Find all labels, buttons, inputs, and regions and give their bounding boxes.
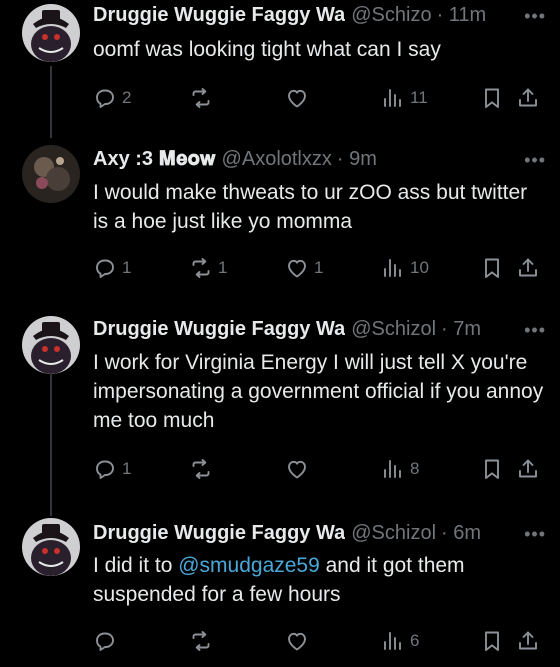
reply-count: 1 <box>122 459 132 478</box>
user-handle[interactable]: @Axolotlxzx <box>222 148 332 171</box>
tweet-actions: 6 <box>93 627 548 655</box>
tweet-header: Druggie Wuggie Faggy Wa @Schizo · 11m <box>93 4 548 27</box>
bookmark-button[interactable] <box>480 84 504 112</box>
retweet-count: 1 <box>218 258 228 277</box>
like-button[interactable] <box>285 84 309 112</box>
more-options-icon[interactable]: ••• <box>524 320 546 341</box>
retweet-button[interactable] <box>189 455 213 483</box>
avatar[interactable] <box>22 518 80 576</box>
timestamp[interactable]: · 7m <box>441 318 481 341</box>
avatar[interactable] <box>22 4 80 62</box>
bookmark-icon <box>480 629 504 653</box>
share-icon <box>516 256 540 280</box>
display-name[interactable]: Axy :3 𝐌𝐞𝐨𝐰 <box>93 148 216 171</box>
heart-icon <box>285 86 309 110</box>
tweet-text: oomf was looking tight what can I say <box>93 38 441 61</box>
view-count: 11 <box>410 88 428 107</box>
reply-button[interactable]: 1 <box>93 455 131 483</box>
heart-icon <box>285 629 309 653</box>
timestamp[interactable]: · 9m <box>337 148 377 171</box>
tweet[interactable]: Druggie Wuggie Faggy Wa @Schizo · 11m ••… <box>0 0 560 138</box>
retweet-button[interactable] <box>189 627 213 655</box>
tweet-actions: 2 11 <box>93 84 548 112</box>
timestamp[interactable]: · 11m <box>437 4 487 27</box>
tweet[interactable]: Axy :3 𝐌𝐞𝐨𝐰 @Axolotlxzx · 9m ••• I would… <box>0 140 560 310</box>
bookmark-button[interactable] <box>480 627 504 655</box>
share-button[interactable] <box>516 84 540 112</box>
user-handle[interactable]: @Schizol <box>351 318 436 341</box>
tweet-actions: 1 8 <box>93 455 548 483</box>
views-button[interactable]: 11 <box>381 84 428 112</box>
bookmark-icon <box>480 457 504 481</box>
retweet-icon <box>189 457 213 481</box>
tweet-text-part: I did it to <box>93 554 179 577</box>
heart-icon <box>285 457 309 481</box>
display-name[interactable]: Druggie Wuggie Faggy Wa <box>93 4 345 27</box>
view-count: 6 <box>410 631 420 650</box>
bookmark-button[interactable] <box>480 455 504 483</box>
share-icon <box>516 86 540 110</box>
bookmark-icon <box>480 86 504 110</box>
retweet-button[interactable] <box>189 84 213 112</box>
tweet-text: I did it to @smudgaze59 and it got them … <box>93 551 548 609</box>
user-handle[interactable]: @Schizo <box>351 4 431 27</box>
like-count: 1 <box>314 258 324 277</box>
share-button[interactable] <box>516 627 540 655</box>
tweet-actions: 1 1 1 10 <box>93 254 548 282</box>
views-button[interactable]: 8 <box>381 455 419 483</box>
reply-count: 2 <box>122 88 132 107</box>
views-button[interactable]: 10 <box>381 254 429 282</box>
share-button[interactable] <box>516 254 540 282</box>
user-handle[interactable]: @Schizol <box>351 522 436 545</box>
reply-icon <box>93 86 117 110</box>
retweet-button[interactable]: 1 <box>189 254 227 282</box>
reply-count: 1 <box>122 258 132 277</box>
more-options-icon[interactable]: ••• <box>524 524 546 545</box>
tweet-text: I work for Virginia Energy I will just t… <box>93 351 544 432</box>
avatar[interactable] <box>22 316 80 374</box>
retweet-icon <box>189 629 213 653</box>
reply-icon <box>93 256 117 280</box>
retweet-icon <box>189 256 213 280</box>
view-count: 10 <box>410 258 429 277</box>
tweet-thread: Druggie Wuggie Faggy Wa @Schizo · 11m ••… <box>0 0 560 667</box>
reply-button[interactable] <box>93 627 117 655</box>
views-button[interactable]: 6 <box>381 627 419 655</box>
reply-icon <box>93 457 117 481</box>
views-icon <box>381 629 405 653</box>
retweet-icon <box>189 86 213 110</box>
heart-icon <box>285 256 309 280</box>
timestamp[interactable]: · 6m <box>441 522 481 545</box>
tweet-text: I would make thweats to ur zOO ass but t… <box>93 181 528 233</box>
tweet[interactable]: Druggie Wuggie Faggy Wa @Schizol · 7m ••… <box>0 310 560 510</box>
tweet-header: Axy :3 𝐌𝐞𝐨𝐰 @Axolotlxzx · 9m <box>93 148 548 171</box>
share-icon <box>516 629 540 653</box>
more-options-icon[interactable]: ••• <box>524 150 546 171</box>
reply-button[interactable]: 2 <box>93 84 131 112</box>
display-name[interactable]: Druggie Wuggie Faggy Wa <box>93 522 345 545</box>
like-button[interactable] <box>285 627 309 655</box>
share-button[interactable] <box>516 455 540 483</box>
mention-link[interactable]: @smudgaze59 <box>178 554 320 577</box>
tweet-header: Druggie Wuggie Faggy Wa @Schizol · 6m <box>93 522 548 545</box>
share-icon <box>516 457 540 481</box>
tweet-header: Druggie Wuggie Faggy Wa @Schizol · 7m <box>93 318 548 341</box>
tweet[interactable]: Druggie Wuggie Faggy Wa @Schizol · 6m ••… <box>0 512 560 667</box>
display-name[interactable]: Druggie Wuggie Faggy Wa <box>93 318 345 341</box>
views-icon <box>381 86 405 110</box>
like-button[interactable]: 1 <box>285 254 323 282</box>
avatar[interactable] <box>22 145 80 203</box>
more-options-icon[interactable]: ••• <box>524 6 546 27</box>
bookmark-icon <box>480 256 504 280</box>
views-icon <box>381 256 405 280</box>
like-button[interactable] <box>285 455 309 483</box>
view-count: 8 <box>410 459 420 478</box>
reply-button[interactable]: 1 <box>93 254 131 282</box>
bookmark-button[interactable] <box>480 254 504 282</box>
views-icon <box>381 457 405 481</box>
reply-icon <box>93 629 117 653</box>
